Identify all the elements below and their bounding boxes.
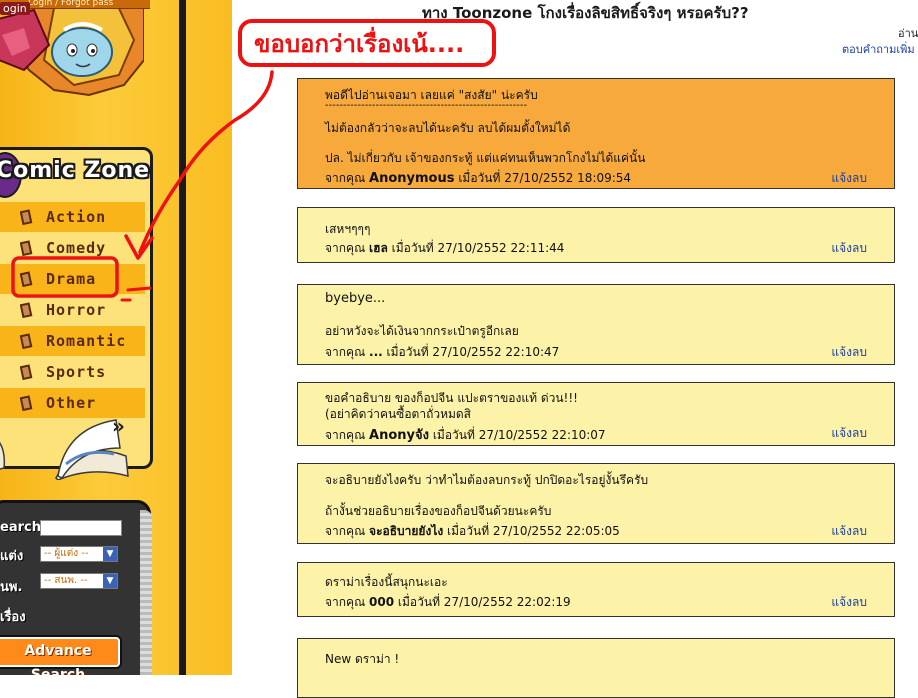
comment-card: ขอคำอธิบาย ของก็อปจีน แปะตราของแท้ ด่วน!… <box>297 382 895 446</box>
book-icon <box>20 364 33 380</box>
comment-prefix: จากคุณ <box>325 428 366 442</box>
comment-text: byebye... <box>325 291 386 306</box>
comment-meta: จากคุณ เฮล เมื่อวันที่ 27/10/2552 22:11:… <box>325 239 564 258</box>
comment-author: 000 <box>369 595 395 609</box>
book-icon <box>20 271 33 287</box>
search-label: earch <box>0 520 41 535</box>
comment-text: ปล. ไม่เกี่ยวกับ เจ้าของกระทู้ แต่แค่ทนเ… <box>325 151 646 165</box>
publisher-select-value: -- สนพ. -- <box>44 575 88 586</box>
category-romantic[interactable]: Romantic <box>0 326 145 356</box>
mascot-logo-art <box>0 0 144 97</box>
category-label: Romantic <box>46 332 127 350</box>
comment-card: ดราม่าเรื่องนี้สนุกนะเอะ จากคุณ 000 เมื่… <box>297 562 895 617</box>
comment-card: byebye... อย่าหวังจะได้เงินจากกระเป๋าตรู… <box>297 284 895 365</box>
comment-meta: จากคุณ Anonymous เมื่อวันที่ 27/10/2552 … <box>325 169 631 188</box>
comment-author: เฮล <box>369 241 388 255</box>
publisher-select[interactable]: -- สนพ. -- ▼ <box>40 573 118 589</box>
report-link[interactable]: แจ้งลบ <box>831 343 867 362</box>
sidebar-border <box>179 0 186 675</box>
category-label: Sports <box>46 363 107 381</box>
author-select-value: -- ผู้แต่ง -- <box>44 548 89 559</box>
left-sidebar: Login / Forgot pass ogin Comic Zone Acti… <box>0 0 232 675</box>
story-label: เรื่อง <box>0 610 26 625</box>
comment-text: เสหฯๆๆๆ <box>325 222 371 236</box>
comment-text: New ดราม่า ! <box>325 652 400 666</box>
category-horror[interactable]: Horror <box>0 295 145 325</box>
comment-text: จะอธิบายยังไงครับ ว่าทำไมต้องลบกระทู้ ปก… <box>325 473 649 487</box>
search-input[interactable] <box>40 520 122 536</box>
category-sports[interactable]: Sports <box>0 357 145 387</box>
author-select[interactable]: -- ผู้แต่ง -- ▼ <box>40 546 118 562</box>
author-label: แต่ง <box>0 549 24 564</box>
comment-prefix: จากคุณ <box>325 171 366 185</box>
reply-link[interactable]: ตอบคำถามเพิ่ม จ <box>842 40 918 58</box>
category-drama[interactable]: Drama <box>0 264 145 294</box>
comment-card: เสหฯๆๆๆ จากคุณ เฮล เมื่อวันที่ 27/10/255… <box>297 207 895 263</box>
comment-date: เมื่อวันที่ 27/10/2552 22:05:05 <box>447 524 620 538</box>
comment-text: (อย่าคิดว่าคนซื้อตาถั่วหมดสิ <box>325 407 472 421</box>
login-tagline[interactable]: Login / Forgot pass <box>28 0 113 8</box>
comment-author: จะอธิบายยังไง <box>369 524 444 538</box>
more-categories-link[interactable]: » <box>112 414 125 438</box>
comment-prefix: จากคุณ <box>325 345 366 359</box>
category-label: Comedy <box>46 239 107 257</box>
search-panel-pages <box>140 510 152 675</box>
comment-date: เมื่อวันที่ 27/10/2552 22:10:47 <box>386 345 560 359</box>
report-link[interactable]: แจ้งลบ <box>831 593 867 612</box>
category-comedy[interactable]: Comedy <box>0 233 145 263</box>
report-link[interactable]: แจ้งลบ <box>831 169 867 188</box>
comment-meta: จากคุณ ... เมื่อวันที่ 27/10/2552 22:10:… <box>325 343 559 362</box>
comment-card: พอดีไปอ่านเจอมา เลยแค่ "สงสัย" น่ะครับ -… <box>297 78 895 189</box>
report-link[interactable]: แจ้งลบ <box>831 424 867 443</box>
advance-search-button[interactable]: Advance Search <box>0 637 120 675</box>
comment-meta: จากคุณ จะอธิบายยังไง เมื่อวันที่ 27/10/2… <box>325 522 620 541</box>
comment-date: เมื่อวันที่ 27/10/2552 22:10:07 <box>432 428 606 442</box>
comment-author: ... <box>369 345 383 359</box>
comment-date: เมื่อวันที่ 27/10/2552 18:09:54 <box>458 171 632 185</box>
comment-date: เมื่อวันที่ 27/10/2552 22:02:19 <box>397 595 571 609</box>
comment-text: อย่าหวังจะได้เงินจากกระเป๋าตรูอีกเลย <box>325 324 519 338</box>
report-link[interactable]: แจ้งลบ <box>831 239 867 258</box>
report-link[interactable]: แจ้งลบ <box>831 522 867 541</box>
book-icon <box>20 395 33 411</box>
comment-prefix: จากคุณ <box>325 595 366 609</box>
chevron-down-icon[interactable]: ▼ <box>103 547 117 561</box>
publisher-label: นพ. <box>0 580 23 595</box>
comment-prefix: จากคุณ <box>325 524 366 538</box>
annotation-callout: ขอบอกว่าเรื่องเน้.... <box>238 19 496 67</box>
login-link[interactable]: ogin <box>0 2 30 15</box>
category-label: Other <box>46 394 97 412</box>
comment-meta: จากคุณ Anonyจัง เมื่อวันที่ 27/10/2552 2… <box>325 424 606 445</box>
comment-divider: ----------------------------------------… <box>325 100 528 111</box>
comment-text: ดราม่าเรื่องนี้สนุกนะเอะ <box>325 575 448 589</box>
category-label: Drama <box>46 270 97 288</box>
comment-text: ไม่ต้องกลัวว่าจะลบได้นะครับ ลบได้ผมตั้งใ… <box>325 121 571 135</box>
comment-card: จะอธิบายยังไงครับ ว่าทำไมต้องลบกระทู้ ปก… <box>297 463 895 544</box>
category-action[interactable]: Action <box>0 202 145 232</box>
comic-zone-title: Comic Zone <box>0 158 151 183</box>
comment-author: Anonymous <box>369 171 455 186</box>
category-label: Horror <box>46 301 107 319</box>
book-icon <box>20 302 33 318</box>
comment-card: New ดราม่า ! <box>297 638 895 698</box>
chevron-down-icon[interactable]: ▼ <box>103 574 117 588</box>
book-icon <box>20 209 33 225</box>
comment-date: เมื่อวันที่ 27/10/2552 22:11:44 <box>391 241 565 255</box>
category-label: Action <box>46 208 107 226</box>
comment-meta: จากคุณ 000 เมื่อวันที่ 27/10/2552 22:02:… <box>325 593 571 612</box>
comment-author: Anonyจัง <box>369 428 429 443</box>
book-icon <box>20 240 33 256</box>
comment-prefix: จากคุณ <box>325 241 366 255</box>
book-icon <box>20 333 33 349</box>
comment-text: ถ้างั้นช่วยอธิบายเรื่องของก็อปจีนด้วยนะค… <box>325 504 552 518</box>
